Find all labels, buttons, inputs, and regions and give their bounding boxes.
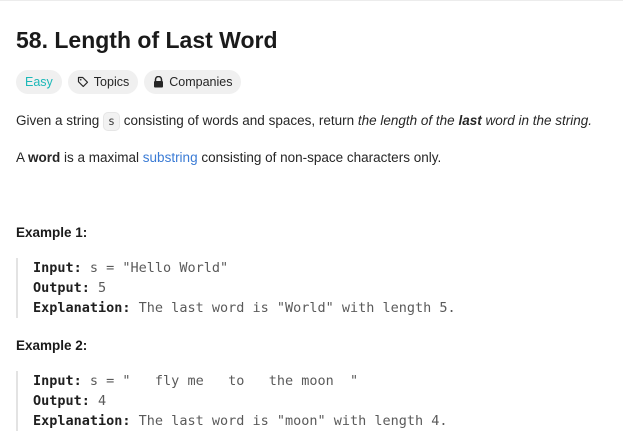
- companies-label: Companies: [169, 75, 233, 89]
- explanation-label: Explanation:: [33, 413, 131, 429]
- explanation-value: The last word is "moon" with length 4.: [130, 413, 448, 429]
- example-input-row: Input: s = "Hello World": [33, 258, 623, 278]
- example-2-title: Example 2:: [16, 338, 88, 353]
- output-label: Output:: [33, 393, 90, 409]
- problem-tags: Easy Topics Companies: [16, 70, 242, 94]
- definition-bold: word: [28, 150, 61, 165]
- input-value: s = "Hello World": [81, 260, 229, 276]
- example-1-block: Input: s = "Hello World" Output: 5 Expla…: [16, 258, 623, 318]
- problem-statement: Given a string s consisting of words and…: [16, 111, 592, 131]
- statement-emphasis: the length of the: [357, 113, 459, 128]
- tag-icon: [77, 76, 89, 88]
- word-definition: A word is a maximal substring consisting…: [16, 148, 441, 168]
- example-explanation-row: Explanation: The last word is "moon" wit…: [33, 411, 623, 431]
- top-divider: [0, 0, 623, 1]
- output-value: 4: [89, 393, 107, 409]
- explanation-label: Explanation:: [33, 300, 131, 316]
- definition-text: A: [16, 150, 29, 165]
- statement-emphasis-bold: last: [458, 113, 481, 128]
- companies-button[interactable]: Companies: [144, 70, 242, 94]
- inline-code-s: s: [103, 112, 120, 131]
- statement-emphasis: word in the string.: [481, 113, 593, 128]
- statement-text: Given a string: [16, 113, 104, 128]
- output-label: Output:: [33, 280, 90, 296]
- output-value: 5: [89, 280, 107, 296]
- topics-label: Topics: [93, 75, 130, 89]
- substring-link[interactable]: substring: [143, 150, 198, 165]
- definition-text: is a maximal: [60, 150, 143, 165]
- input-label: Input:: [33, 260, 82, 276]
- example-2-block: Input: s = " fly me to the moon " Output…: [16, 371, 623, 431]
- explanation-value: The last word is "World" with length 5.: [130, 300, 456, 316]
- topics-button[interactable]: Topics: [67, 70, 139, 94]
- example-output-row: Output: 4: [33, 391, 623, 411]
- difficulty-label: Easy: [25, 75, 53, 89]
- lock-icon: [153, 76, 164, 88]
- difficulty-badge: Easy: [16, 70, 62, 94]
- example-input-row: Input: s = " fly me to the moon ": [33, 371, 623, 391]
- statement-bold-italic: last: [458, 113, 482, 128]
- example-1-title: Example 1:: [16, 225, 88, 240]
- input-value: s = " fly me to the moon ": [81, 373, 359, 389]
- statement-text: consisting of words and spaces, return: [119, 113, 358, 128]
- input-label: Input:: [33, 373, 82, 389]
- example-output-row: Output: 5: [33, 278, 623, 298]
- problem-title[interactable]: 58. Length of Last Word: [16, 24, 278, 56]
- definition-text: consisting of non-space characters only.: [197, 150, 442, 165]
- example-explanation-row: Explanation: The last word is "World" wi…: [33, 298, 623, 318]
